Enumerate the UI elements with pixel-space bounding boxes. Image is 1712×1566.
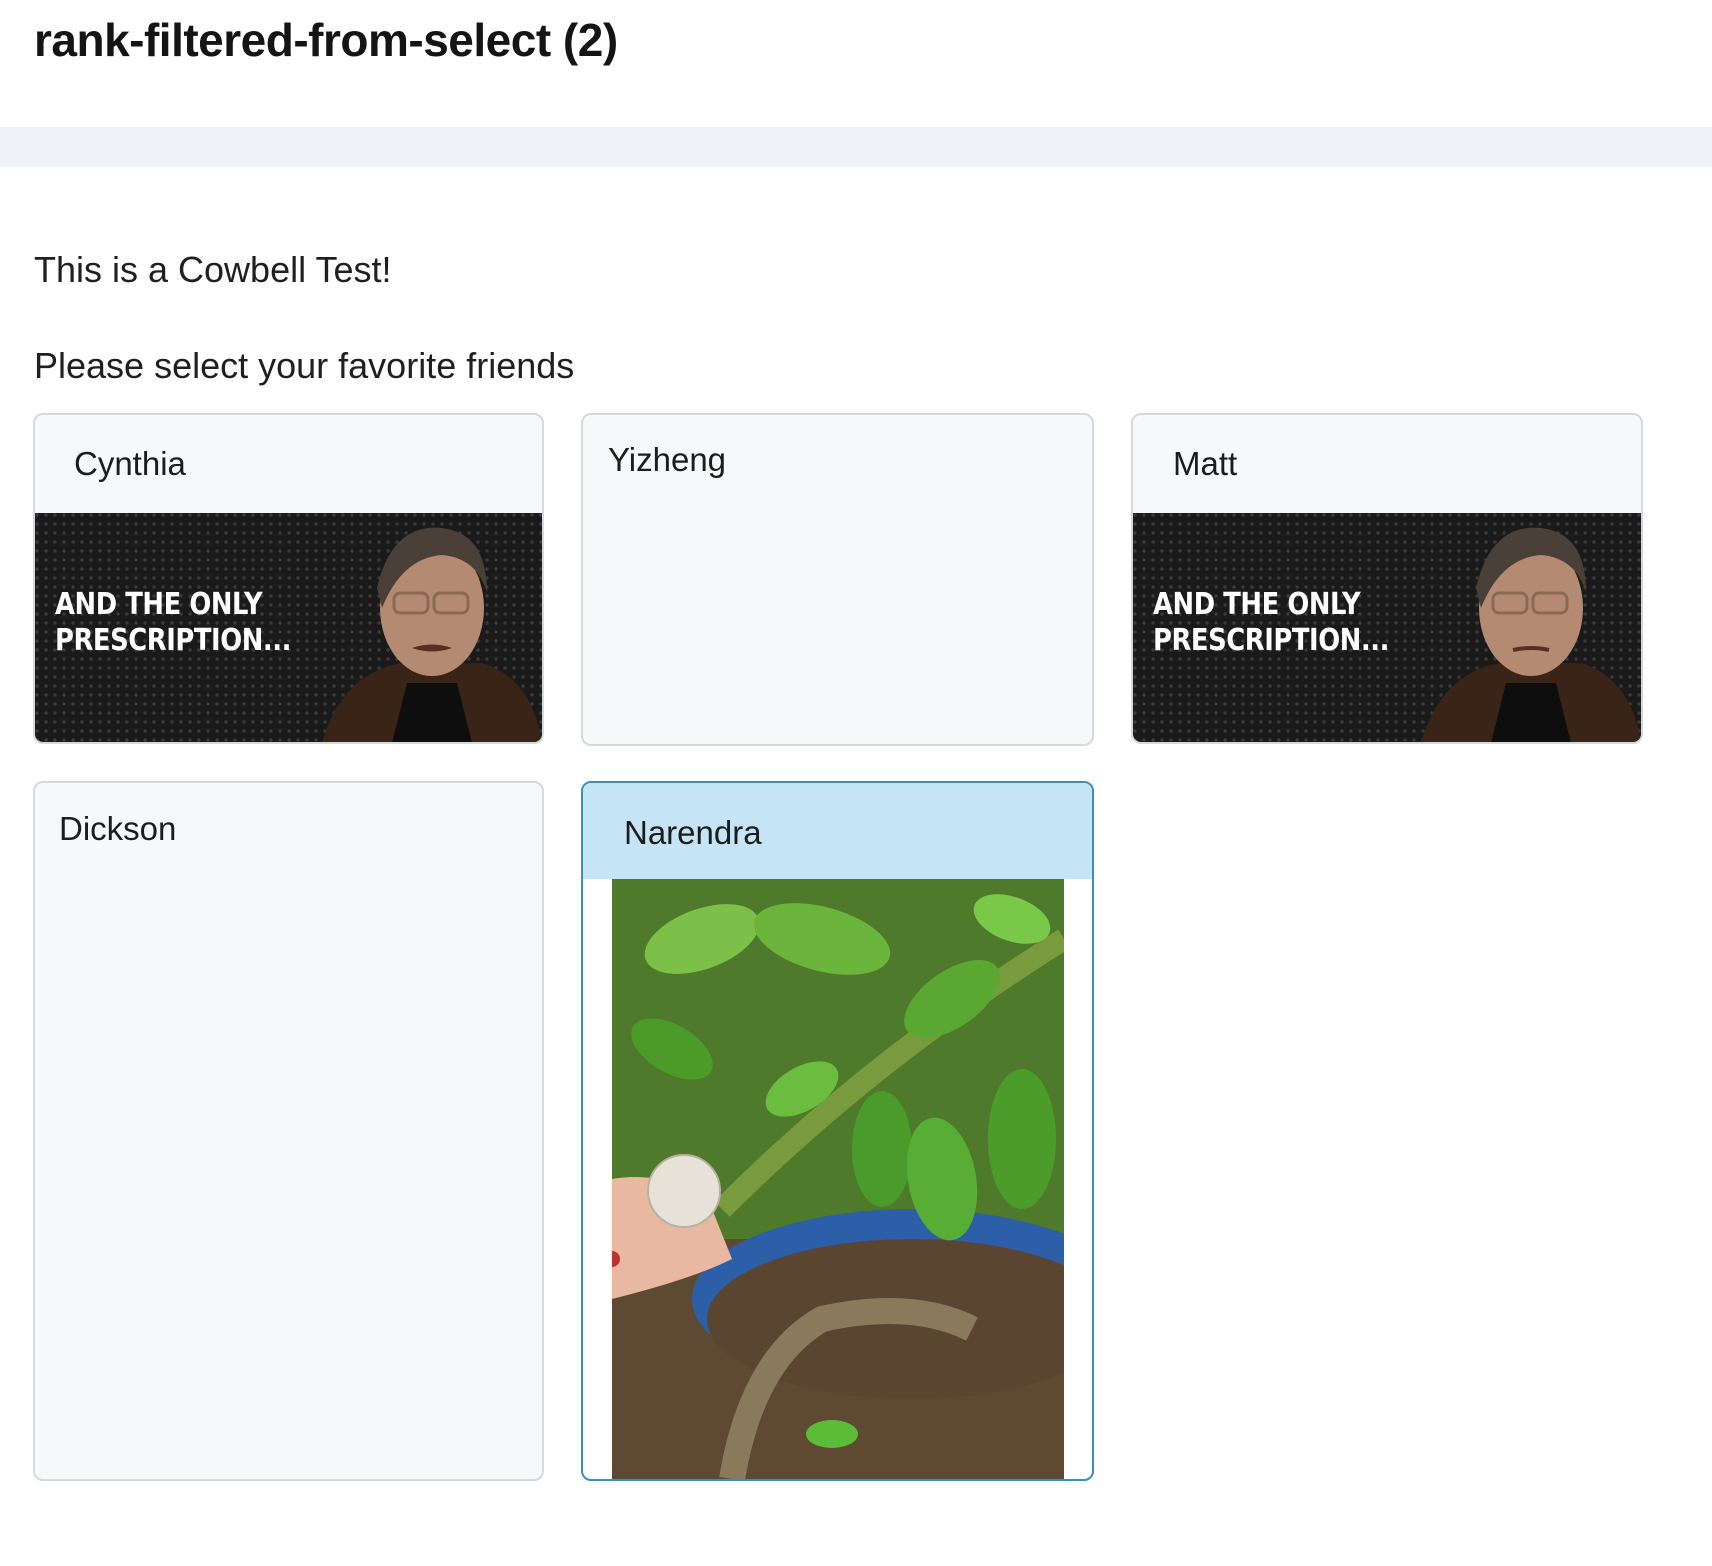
prompt-text: Please select your favorite friends bbox=[34, 345, 575, 386]
meme-caption-line-2: PRESCRIPTION... bbox=[55, 623, 291, 658]
meme-person-figure bbox=[322, 527, 542, 742]
meme-caption-line-1: AND THE ONLY bbox=[1153, 587, 1361, 622]
friend-name: Narendra bbox=[624, 814, 762, 851]
friend-card-matt[interactable]: Matt AND THE ONLY PRESCRIPTION... bbox=[1131, 413, 1643, 744]
friend-card-cynthia[interactable]: Cynthia AND THE ONLY PRESCRIPTION... bbox=[33, 413, 544, 744]
plant-photo-image bbox=[612, 879, 1064, 1479]
intro-text: This is a Cowbell Test! bbox=[34, 249, 392, 290]
friend-card-dickson[interactable]: Dickson bbox=[33, 781, 544, 1481]
meme-caption-line-1: AND THE ONLY bbox=[55, 587, 263, 622]
meme-caption: AND THE ONLY PRESCRIPTION... bbox=[55, 587, 291, 659]
friend-name: Cynthia bbox=[74, 445, 186, 482]
cowbell-meme-image: AND THE ONLY PRESCRIPTION... bbox=[1133, 513, 1641, 742]
meme-caption: AND THE ONLY PRESCRIPTION... bbox=[1153, 587, 1389, 659]
friend-card-narendra-selected[interactable]: Narendra bbox=[581, 781, 1094, 1481]
friend-card-yizheng[interactable]: Yizheng bbox=[581, 413, 1094, 746]
cowbell-meme-image: AND THE ONLY PRESCRIPTION... bbox=[35, 513, 542, 742]
friend-name: Dickson bbox=[59, 810, 177, 847]
page-title: rank-filtered-from-select (2) bbox=[34, 14, 618, 66]
friend-name: Yizheng bbox=[608, 441, 727, 478]
header-divider-band bbox=[0, 127, 1712, 167]
friend-name: Matt bbox=[1173, 445, 1238, 482]
meme-caption-line-2: PRESCRIPTION... bbox=[1153, 623, 1389, 658]
page: rank-filtered-from-select (2) This is a … bbox=[0, 0, 1712, 1566]
meme-person-figure bbox=[1421, 527, 1641, 742]
